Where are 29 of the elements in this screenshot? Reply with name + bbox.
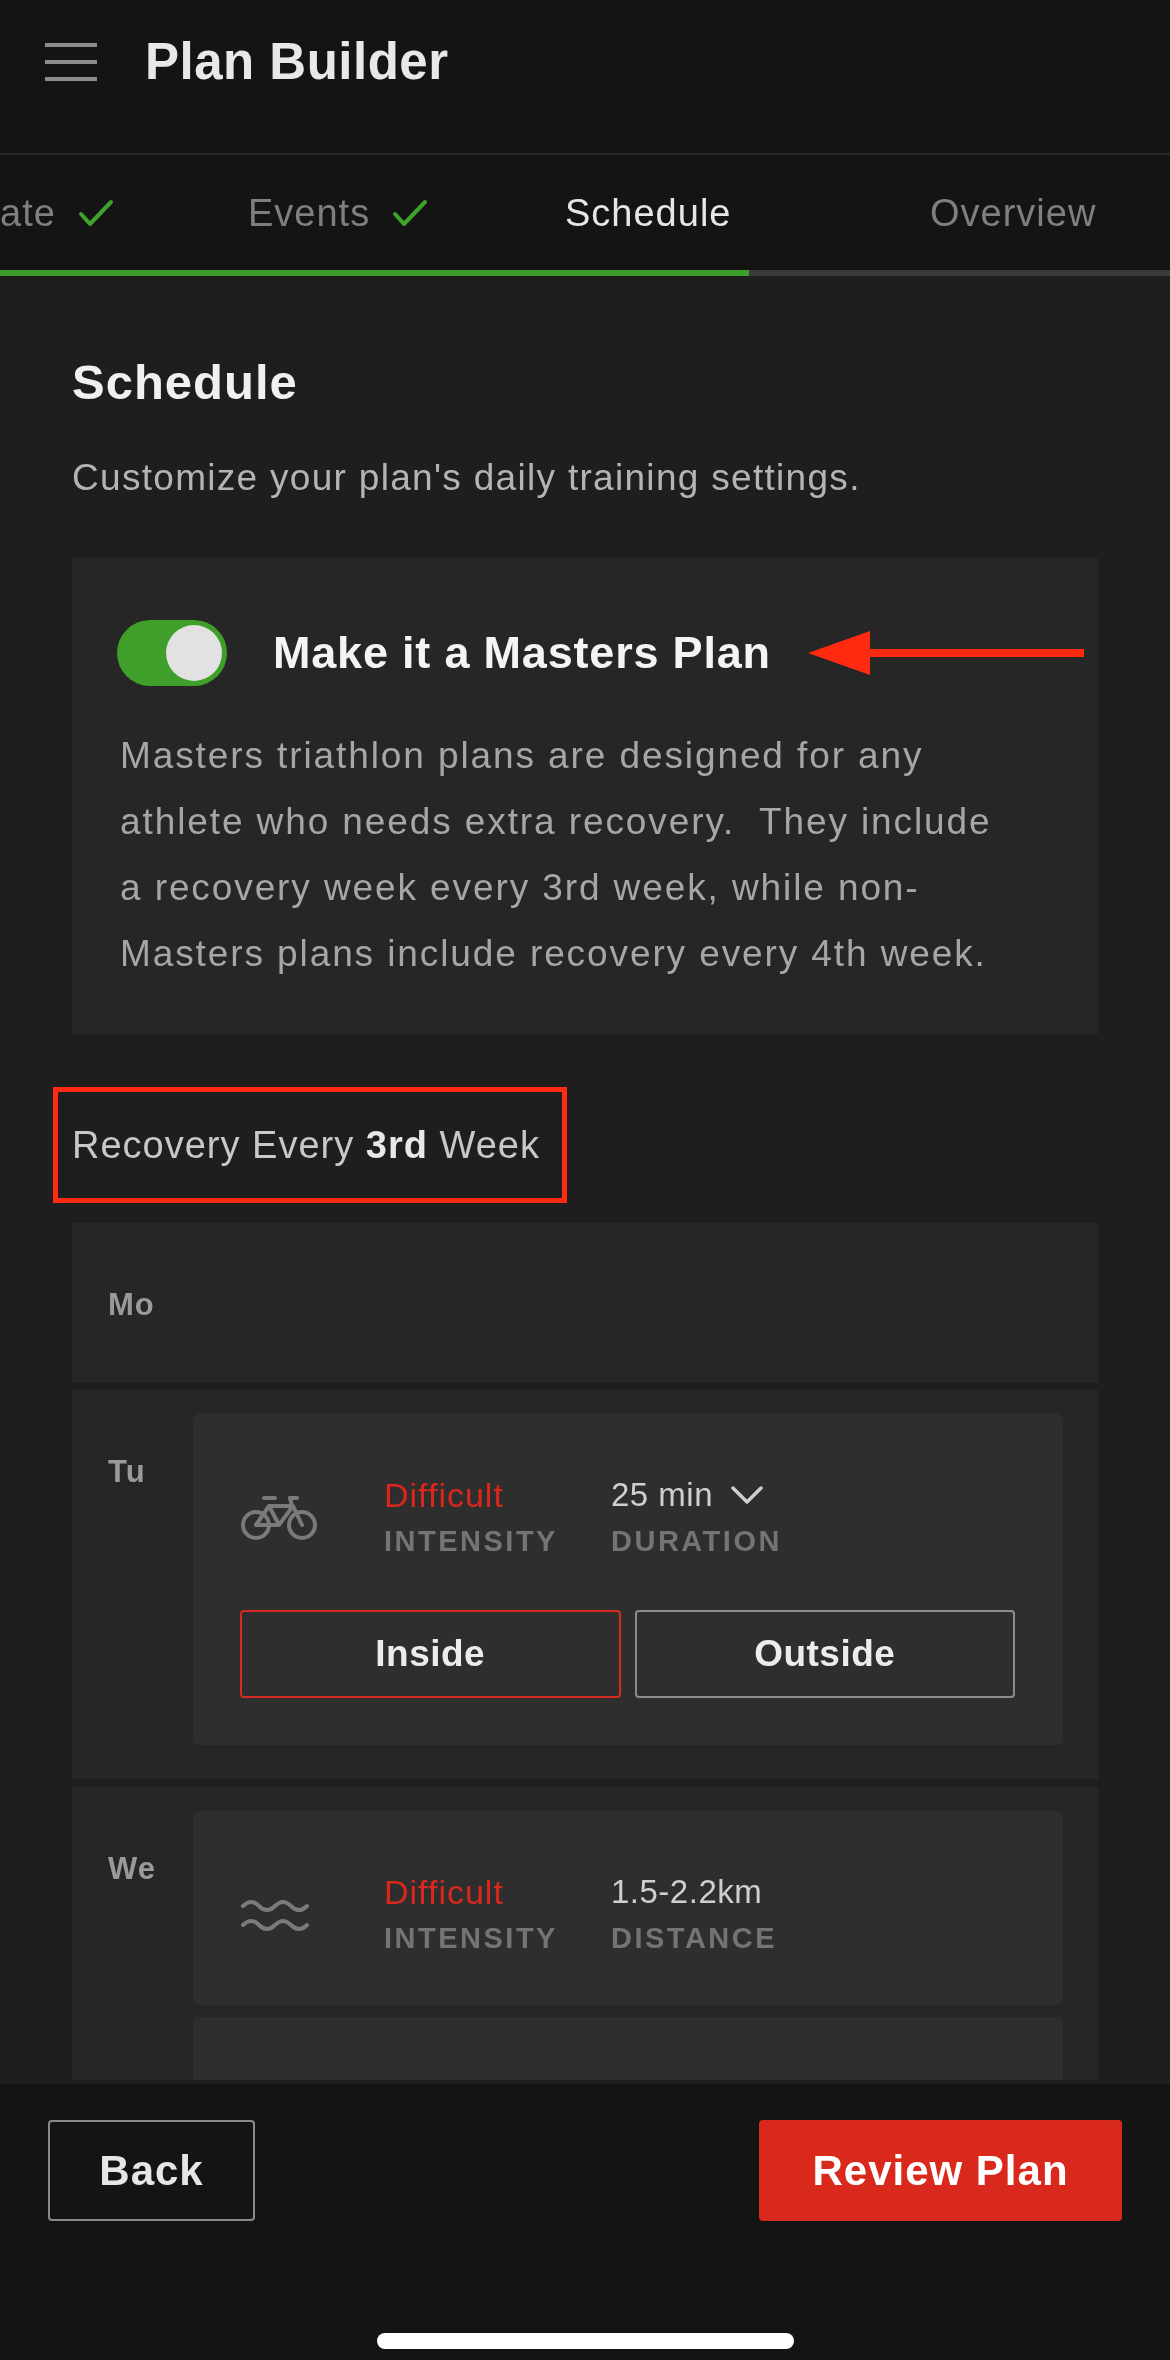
menu-icon[interactable]: [45, 43, 97, 81]
water-waves-icon: [240, 1897, 312, 1933]
intensity-value: Difficult: [384, 1872, 504, 1912]
masters-description: Masters triathlon plans are designed for any athlete who needs extra recovery. They include a recovery week every 3rd week, while non-Masters plans include recovery every 4th week.: [119, 734, 993, 976]
bicycle-icon: [240, 1494, 318, 1542]
day-label: Tu: [108, 1454, 146, 1489]
measure-value[interactable]: 25 min: [611, 1475, 714, 1515]
step-tab[interactable]: Overview: [930, 190, 1097, 235]
section-title: Schedule: [72, 354, 298, 410]
measure-label: DURATION: [611, 1524, 782, 1559]
page-title: Plan Builder: [145, 34, 449, 90]
chevron-down-icon[interactable]: [731, 1485, 764, 1505]
intensity-label: INTENSITY: [384, 1524, 558, 1559]
intensity-label: INTENSITY: [384, 1921, 558, 1956]
measure-value: 1.5-2.2km: [611, 1872, 763, 1912]
step-tab[interactable]: ate: [0, 190, 114, 235]
day-label: Mo: [108, 1287, 155, 1322]
location-option[interactable]: Inside: [240, 1610, 621, 1698]
intensity-value: Difficult: [384, 1475, 504, 1515]
back-button[interactable]: Back: [48, 2120, 255, 2221]
measure-label: DISTANCE: [611, 1921, 778, 1956]
location-option[interactable]: Outside: [634, 1610, 1015, 1698]
section-subtitle: Customize your plan's daily training settings.: [72, 456, 861, 500]
day-label: We: [108, 1851, 156, 1886]
review-plan-button[interactable]: Review Plan: [759, 2120, 1122, 2221]
step-tab[interactable]: Schedule: [565, 190, 732, 235]
recovery-label: Recovery Every 3rd Week: [72, 1123, 540, 1167]
masters-label: Make it a Masters Plan: [273, 627, 771, 679]
step-tab[interactable]: Events: [248, 190, 429, 235]
